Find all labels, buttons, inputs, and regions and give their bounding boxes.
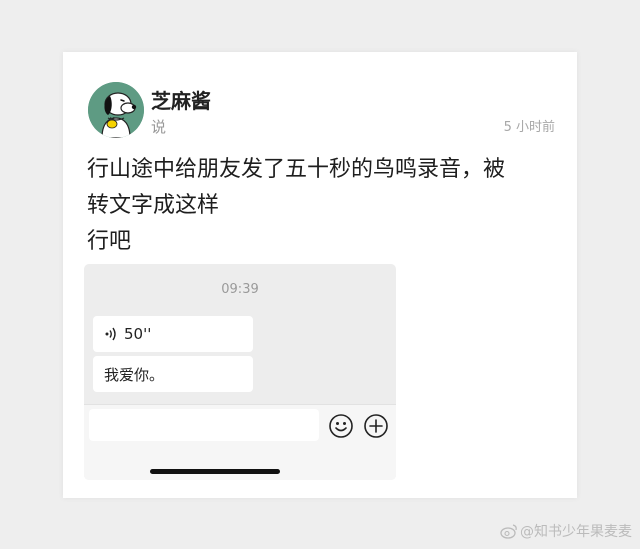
watermark-text: @知书少年果麦麦 bbox=[520, 524, 632, 540]
voice-wave-icon bbox=[105, 327, 116, 341]
home-indicator[interactable] bbox=[150, 469, 280, 474]
watermark: @知书少年果麦麦 bbox=[500, 521, 632, 541]
home-bar-area bbox=[84, 445, 396, 480]
chat-input-field[interactable] bbox=[89, 409, 319, 441]
transcription-bubble[interactable]: 我爱你。 bbox=[93, 356, 253, 392]
plus-circle-icon[interactable] bbox=[363, 413, 389, 439]
screenshot-frame: 芝麻酱 说 5 小时前 行山途中给朋友发了五十秒的鸟鸣录音，被 转文字成这样 行… bbox=[0, 0, 640, 549]
snoopy-avatar-icon bbox=[88, 82, 144, 138]
post-text-line: 行吧 bbox=[87, 229, 132, 254]
smiley-face-icon[interactable] bbox=[328, 413, 354, 439]
chat-screenshot[interactable]: 09:39 50'' 我爱你。 bbox=[84, 264, 396, 480]
post-text-line: 转文字成这样 bbox=[87, 193, 220, 218]
weibo-icon bbox=[500, 524, 517, 539]
avatar[interactable] bbox=[88, 82, 144, 138]
post-subtitle: 说 bbox=[151, 118, 167, 136]
post-card: 芝麻酱 说 5 小时前 行山途中给朋友发了五十秒的鸟鸣录音，被 转文字成这样 行… bbox=[63, 52, 577, 498]
voice-duration: 50'' bbox=[124, 325, 152, 343]
post-timestamp: 5 小时前 bbox=[503, 120, 555, 135]
chat-input-bar bbox=[84, 404, 396, 446]
post-text-line: 行山途中给朋友发了五十秒的鸟鸣录音，被 bbox=[87, 157, 506, 182]
transcription-text: 我爱你。 bbox=[104, 365, 165, 384]
chat-timestamp: 09:39 bbox=[221, 282, 259, 297]
voice-message-bubble[interactable]: 50'' bbox=[93, 316, 253, 352]
post-text: 行山途中给朋友发了五十秒的鸟鸣录音，被 转文字成这样 行吧 bbox=[87, 152, 557, 260]
username[interactable]: 芝麻酱 bbox=[151, 85, 211, 114]
